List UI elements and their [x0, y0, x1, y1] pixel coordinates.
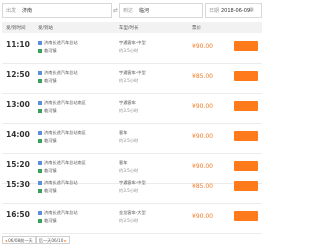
arrival-station: 临河镇	[38, 218, 57, 224]
previous-day-button[interactable]: 06/08前一天	[2, 236, 36, 244]
departure-time: 16:50	[6, 210, 30, 219]
origin-value: 济南	[22, 8, 33, 14]
arrival-station: 临河镇	[38, 138, 57, 144]
arrival-station-name: 临河镇	[44, 78, 57, 83]
arrival-station: 临河镇	[38, 188, 57, 194]
departure-station: 济南长途汽车总站	[38, 210, 78, 216]
arrival-station: 临河镇	[38, 48, 57, 54]
trip-duration: 约3.5小时	[119, 48, 139, 53]
table-row: 15:30 济南长途汽车总站 临河镇 宇通客车-中型 约3.5小时 ¥85.00	[2, 173, 262, 204]
table-row: 11:10 济南长途汽车总站 临河镇 宇通客车-中型 约3.5小时 ¥90.00	[2, 33, 262, 64]
arrive-tag-icon	[38, 219, 42, 223]
arrive-tag-icon	[38, 189, 42, 193]
departure-station-name: 济南长途汽车总站	[44, 180, 78, 185]
departure-station-name: 济南长途汽车总站	[44, 70, 78, 75]
depart-tag-icon	[38, 181, 42, 185]
trip-duration: 约3.5小时	[119, 138, 139, 143]
arrive-tag-icon	[38, 139, 42, 143]
arrival-station-name: 临河镇	[44, 48, 57, 53]
bus-type: 金龙客车-大型	[119, 210, 146, 215]
destination-field[interactable]: 到达 临河	[119, 3, 203, 18]
book-button[interactable]	[234, 41, 258, 51]
destination-value: 临河	[139, 8, 150, 14]
depart-tag-icon	[38, 101, 42, 105]
book-button[interactable]	[234, 161, 258, 171]
trip-duration: 约3.5小时	[119, 188, 139, 193]
departure-station-name: 济南长途汽车总站南区	[44, 160, 86, 165]
book-button[interactable]	[234, 71, 258, 81]
header-station: 发/到站	[38, 26, 54, 31]
depart-tag-icon	[38, 41, 42, 45]
table-row: 12:50 济南长途汽车总站 临河镇 宇通客车-中型 约3.5小时 ¥85.00	[2, 63, 262, 94]
ticket-price: ¥90.00	[192, 163, 213, 170]
ticket-price: ¥90.00	[192, 43, 213, 50]
bus-type: 宇通客车-中型	[119, 180, 146, 185]
depart-tag-icon	[38, 131, 42, 135]
departure-time: 14:00	[6, 130, 30, 139]
calendar-icon[interactable]: ▦	[249, 7, 254, 13]
next-day-button[interactable]: 后一天06/10	[35, 236, 70, 244]
destination-label: 到达	[123, 8, 134, 14]
departure-time: 13:00	[6, 100, 30, 109]
ticket-price: ¥90.00	[192, 103, 213, 110]
depart-tag-icon	[38, 211, 42, 215]
header-bus-type: 车型/时长	[119, 26, 139, 31]
table-row: 16:50 济南长途汽车总站 临河镇 金龙客车-大型 约3.5小时 ¥90.00	[2, 203, 262, 234]
date-value: 2018-06-09	[221, 7, 251, 14]
departure-station: 济南长途汽车总站南区	[38, 160, 86, 166]
bus-type: 客车	[119, 130, 128, 135]
header-price[interactable]: 票价	[192, 25, 201, 31]
trip-duration: 约3.5小时	[119, 108, 139, 113]
departure-station-name: 济南长途汽车总站	[44, 210, 78, 215]
arrive-tag-icon	[38, 109, 42, 113]
book-button[interactable]	[234, 211, 258, 221]
ticket-price: ¥85.00	[192, 183, 213, 190]
table-header: 发/到时间 发/到站 车型/时长 票价	[2, 22, 262, 33]
day-pager: 06/08前一天 后一天06/10	[2, 236, 70, 244]
bus-type: 客车	[119, 160, 128, 165]
departure-station: 济南长途汽车总站南区	[38, 130, 86, 136]
departure-station: 济南长途汽车总站	[38, 180, 78, 186]
arrival-station-name: 临河镇	[44, 188, 57, 193]
arrival-station: 临河镇	[38, 78, 57, 84]
departure-station-name: 济南长途汽车总站	[44, 40, 78, 45]
departure-station-name: 济南长途汽车总站南区	[44, 100, 86, 105]
arrival-station-name: 临河镇	[44, 108, 57, 113]
departure-time: 11:10	[6, 40, 30, 49]
arrival-station-name: 临河镇	[44, 218, 57, 223]
bus-type: 宇通客车-中型	[119, 40, 146, 45]
book-button[interactable]	[234, 181, 258, 191]
departure-station: 济南长途汽车总站南区	[38, 100, 86, 106]
departure-time: 12:50	[6, 70, 30, 79]
bus-type: 宇通客车	[119, 100, 136, 105]
book-button[interactable]	[234, 101, 258, 111]
book-button[interactable]	[234, 131, 258, 141]
arrival-station: 临河镇	[38, 108, 57, 114]
arrival-station-name: 临河镇	[44, 138, 57, 143]
trip-duration: 约3.5小时	[119, 78, 139, 83]
departure-station-name: 济南长途汽车总站南区	[44, 130, 86, 135]
depart-tag-icon	[38, 161, 42, 165]
trip-duration: 约3.5小时	[119, 218, 139, 223]
header-time: 发/到时间	[6, 26, 26, 31]
date-label: 日期	[209, 8, 220, 14]
table-row: 14:00 济南长途汽车总站南区 临河镇 客车 约3.5小时 ¥90.00	[2, 123, 262, 154]
arrive-tag-icon	[38, 79, 42, 83]
origin-field[interactable]: 出发 济南	[2, 3, 112, 18]
bus-type: 宇通客车-中型	[119, 70, 146, 75]
swap-icon[interactable]: ⇄	[112, 7, 119, 14]
departure-station: 济南长途汽车总站	[38, 70, 78, 76]
ticket-price: ¥90.00	[192, 213, 213, 220]
ticket-price: ¥85.00	[192, 73, 213, 80]
origin-label: 出发	[6, 8, 17, 14]
departure-station: 济南长途汽车总站	[38, 40, 78, 46]
departure-time: 15:30	[6, 180, 30, 189]
depart-tag-icon	[38, 71, 42, 75]
ticket-price: ¥90.00	[192, 133, 213, 140]
arrive-tag-icon	[38, 49, 42, 53]
departure-time: 15:20	[6, 160, 30, 169]
table-row: 13:00 济南长途汽车总站南区 临河镇 宇通客车 约3.5小时 ¥90.00	[2, 93, 262, 124]
search-bar: 出发 济南 ⇄ 到达 临河 日期 2018-06-09 ▦	[0, 0, 263, 22]
